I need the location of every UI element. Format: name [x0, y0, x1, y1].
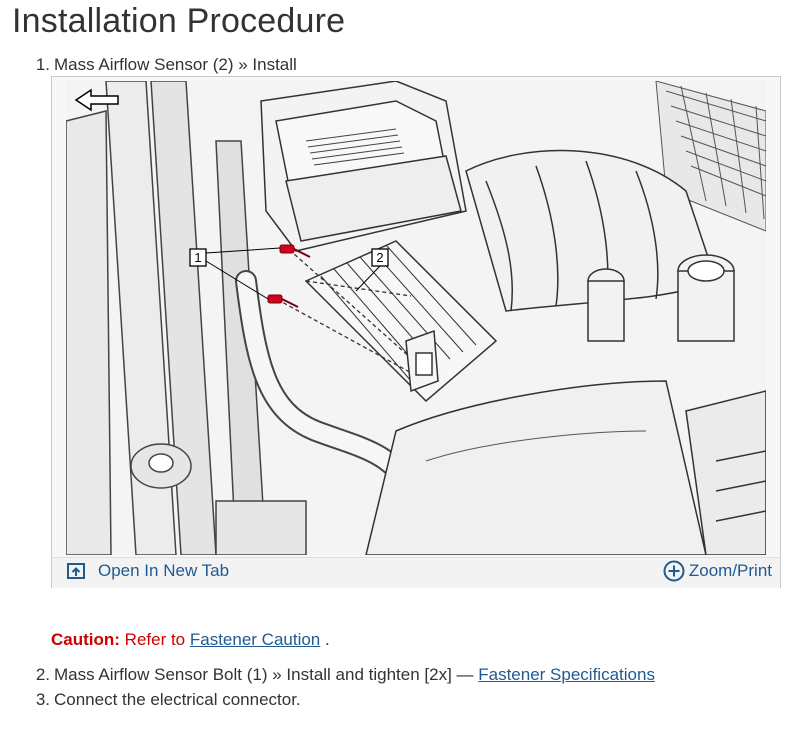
caution-label: Caution: — [51, 630, 120, 649]
figure-toolbar: Open In New Tab Zoom/Print — [52, 557, 780, 588]
step-text: Mass Airflow Sensor (2) » Install — [54, 55, 297, 74]
page-title: Installation Procedure — [12, 2, 346, 40]
open-in-new-tab-label: Open In New Tab — [98, 561, 230, 580]
caution-suffix: . — [320, 630, 330, 649]
zoom-print-link[interactable]: Zoom/Print — [663, 560, 772, 582]
engine-bay-illustration[interactable]: 1 2 — [66, 81, 766, 555]
fastener-specifications-link[interactable]: Fastener Specifications — [478, 665, 655, 684]
callout-1: 1 — [189, 248, 207, 267]
open-in-new-tab-icon — [67, 563, 85, 579]
callout-2: 2 — [371, 248, 389, 267]
step-1: 1. Mass Airflow Sensor (2) » Install — [32, 55, 297, 75]
step-text: Mass Airflow Sensor Bolt (1) » Install a… — [54, 665, 479, 684]
zoom-print-label: Zoom/Print — [688, 561, 772, 580]
illustration-figure: 1 2 Open In New Tab Zoom/Print — [51, 76, 781, 588]
step-3: 3. Connect the electrical connector. — [32, 690, 301, 710]
step-number: 3. — [35, 690, 50, 709]
caution-text: Refer to — [119, 630, 190, 649]
callout-1-label: 1 — [194, 250, 201, 265]
step-number: 2. — [35, 665, 50, 684]
fastener-caution-link[interactable]: Fastener Caution — [190, 630, 320, 649]
caution-notice: Caution: Refer to Fastener Caution . — [51, 630, 330, 650]
step-text: Connect the electrical connector. — [54, 690, 301, 709]
open-in-new-tab-link[interactable]: Open In New Tab — [66, 561, 229, 581]
callout-2-label: 2 — [376, 250, 383, 265]
step-number: 1. — [35, 55, 50, 74]
zoom-plus-icon — [663, 560, 685, 582]
step-2: 2. Mass Airflow Sensor Bolt (1) » Install… — [32, 665, 655, 685]
